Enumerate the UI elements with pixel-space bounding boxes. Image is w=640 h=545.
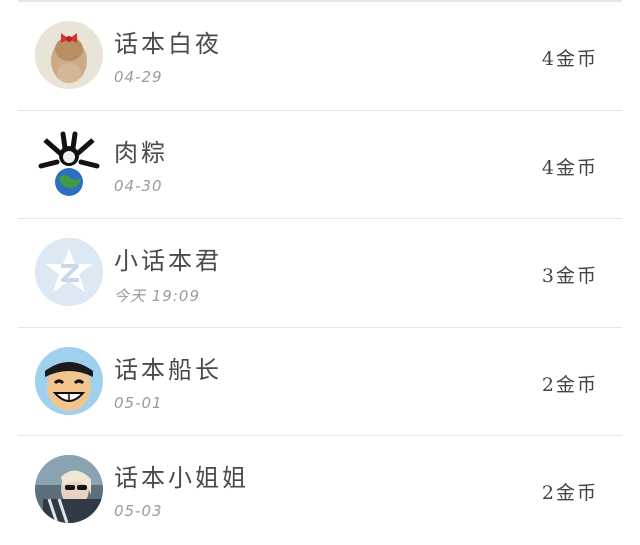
coin-amount: 2金币 (541, 373, 598, 396)
coin-amount: 4金币 (541, 48, 598, 70)
reward-date: 05-03 (114, 502, 163, 520)
user-avatar[interactable] (35, 21, 103, 89)
list-item[interactable]: 话本小姐姐 05-03 2金币 (18, 436, 622, 545)
user-avatar[interactable] (35, 238, 103, 306)
sunglasses-woman-avatar-icon (35, 455, 103, 523)
reward-date: 04-30 (114, 176, 163, 195)
user-avatar[interactable] (35, 129, 103, 198)
user-name: 小话本君 (114, 247, 222, 275)
reward-date: 05-01 (114, 393, 163, 412)
user-avatar[interactable] (35, 455, 103, 523)
straw-hat-pirate-avatar-icon (35, 346, 103, 415)
list-item[interactable]: 话本白夜 04-29 4金币 (18, 2, 622, 111)
reward-date: 04-29 (114, 68, 163, 86)
list-item[interactable]: 小话本君 今天 19:09 3金币 (18, 219, 622, 328)
user-name: 肉粽 (114, 138, 168, 167)
coin-amount: 4金币 (541, 156, 598, 179)
reward-list: 话本白夜 04-29 4金币 肉粽 04-30 4金币 小话本君 今天 19:0… (0, 2, 640, 545)
reward-date: 今天 19:09 (114, 287, 200, 305)
girl-with-red-bow-avatar-icon (35, 21, 103, 89)
coin-amount: 2金币 (541, 482, 598, 504)
user-name: 话本白夜 (114, 30, 222, 58)
user-name: 话本小姐姐 (114, 464, 249, 492)
coin-amount: 3金币 (541, 265, 598, 287)
skull-and-globe-avatar-icon (35, 129, 103, 198)
list-item[interactable]: 肉粽 04-30 4金币 (18, 111, 622, 219)
user-avatar[interactable] (35, 346, 103, 415)
list-item[interactable]: 话本船长 05-01 2金币 (18, 328, 622, 436)
default-z-logo-avatar-icon (35, 238, 103, 306)
user-name: 话本船长 (114, 355, 222, 384)
